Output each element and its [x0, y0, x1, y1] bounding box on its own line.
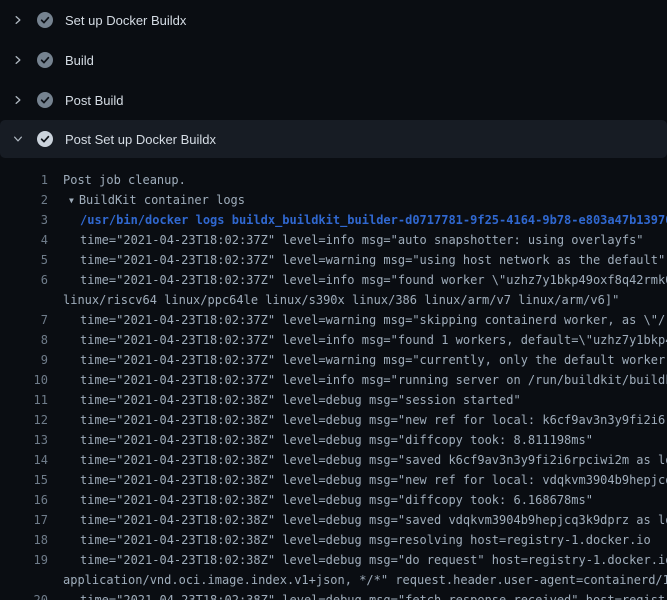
- log-line-text: time="2021-04-23T18:02:38Z" level=debug …: [80, 490, 593, 510]
- success-check-icon: [37, 131, 53, 147]
- log-line: 19 time="2021-04-23T18:02:38Z" level=debu…: [0, 550, 667, 570]
- step-row-setup-docker-buildx[interactable]: Set up Docker Buildx: [0, 0, 667, 40]
- log-line: 20 time="2021-04-23T18:02:38Z" level=debu…: [0, 590, 667, 600]
- log-line-number[interactable]: 2: [0, 190, 48, 210]
- log-line-number[interactable]: 16: [0, 490, 48, 510]
- log-line: 10 time="2021-04-23T18:02:37Z" level=info…: [0, 370, 667, 390]
- log-line: 16 time="2021-04-23T18:02:38Z" level=debu…: [0, 490, 667, 510]
- log-line-text: time="2021-04-23T18:02:37Z" level=info m…: [80, 370, 667, 390]
- log-line: 2 ▼BuildKit container logs: [0, 190, 667, 210]
- chevron-right-icon[interactable]: [11, 53, 25, 67]
- step-label: Post Set up Docker Buildx: [65, 132, 216, 147]
- log-line: 17 time="2021-04-23T18:02:38Z" level=debu…: [0, 510, 667, 530]
- log-line: 8 time="2021-04-23T18:02:37Z" level=info …: [0, 330, 667, 350]
- log-line-text: time="2021-04-23T18:02:38Z" level=debug …: [80, 450, 667, 470]
- log-line: 3/usr/bin/docker logs buildx_buildkit_bu…: [0, 210, 667, 230]
- step-label: Set up Docker Buildx: [65, 13, 186, 28]
- log-line-number[interactable]: 19: [0, 550, 48, 570]
- log-line: 12 time="2021-04-23T18:02:38Z" level=debu…: [0, 410, 667, 430]
- log-line-number[interactable]: 7: [0, 310, 48, 330]
- job-steps-list: Set up Docker Buildx Build Post Build Po…: [0, 0, 667, 158]
- log-line: 13 time="2021-04-23T18:02:38Z" level=debu…: [0, 430, 667, 450]
- log-line-number[interactable]: 11: [0, 390, 48, 410]
- log-line-text: time="2021-04-23T18:02:38Z" level=debug …: [80, 390, 521, 410]
- log-line-number[interactable]: 1: [0, 170, 48, 190]
- success-check-icon: [37, 12, 53, 28]
- log-group-toggle[interactable]: ▼BuildKit container logs: [69, 190, 245, 210]
- log-line-text: time="2021-04-23T18:02:37Z" level=info m…: [80, 270, 667, 290]
- log-line-number[interactable]: 20: [0, 590, 48, 600]
- log-line: 9 time="2021-04-23T18:02:37Z" level=warni…: [0, 350, 667, 370]
- log-line-number[interactable]: 17: [0, 510, 48, 530]
- log-line-text: time="2021-04-23T18:02:37Z" level=warnin…: [80, 250, 665, 270]
- log-line-text: time="2021-04-23T18:02:38Z" level=debug …: [80, 590, 667, 600]
- step-row-build[interactable]: Build: [0, 40, 667, 80]
- log-line-text: time="2021-04-23T18:02:38Z" level=debug …: [80, 430, 593, 450]
- log-line: 18 time="2021-04-23T18:02:38Z" level=debu…: [0, 530, 667, 550]
- log-line-text: time="2021-04-23T18:02:38Z" level=debug …: [80, 550, 667, 570]
- chevron-right-icon[interactable]: [11, 93, 25, 107]
- log-line-number[interactable]: 18: [0, 530, 48, 550]
- log-line-number[interactable]: 12: [0, 410, 48, 430]
- log-line: 7 time="2021-04-23T18:02:37Z" level=warni…: [0, 310, 667, 330]
- log-line-text: time="2021-04-23T18:02:38Z" level=debug …: [80, 510, 667, 530]
- log-line-number[interactable]: 4: [0, 230, 48, 250]
- log-line: linux/riscv64 linux/ppc64le linux/s390x …: [0, 290, 667, 310]
- log-viewer: 1 Post job cleanup. 2 ▼BuildKit container l…: [0, 158, 667, 600]
- log-line: 5 time="2021-04-23T18:02:37Z" level=warni…: [0, 250, 667, 270]
- step-label: Post Build: [65, 93, 124, 108]
- log-line-text: Post job cleanup.: [63, 170, 186, 190]
- log-line-number[interactable]: 6: [0, 270, 48, 290]
- log-line: 4 time="2021-04-23T18:02:37Z" level=info …: [0, 230, 667, 250]
- log-line-text: time="2021-04-23T18:02:37Z" level=warnin…: [80, 310, 667, 330]
- log-line: 11 time="2021-04-23T18:02:38Z" level=debu…: [0, 390, 667, 410]
- log-line-number[interactable]: 15: [0, 470, 48, 490]
- chevron-down-icon[interactable]: [11, 132, 25, 146]
- log-line-number[interactable]: 13: [0, 430, 48, 450]
- log-line-text: time="2021-04-23T18:02:37Z" level=info m…: [80, 330, 667, 350]
- log-line-text: time="2021-04-23T18:02:38Z" level=debug …: [80, 530, 651, 550]
- step-row-post-build[interactable]: Post Build: [0, 80, 667, 120]
- log-line: 6 time="2021-04-23T18:02:37Z" level=info …: [0, 270, 667, 290]
- log-line: application/vnd.oci.image.index.v1+json,…: [0, 570, 667, 590]
- log-line-number[interactable]: 8: [0, 330, 48, 350]
- step-row-post-setup-docker-buildx[interactable]: Post Set up Docker Buildx: [0, 120, 667, 158]
- log-line-text: time="2021-04-23T18:02:38Z" level=debug …: [80, 410, 667, 430]
- log-line: 15 time="2021-04-23T18:02:38Z" level=debu…: [0, 470, 667, 490]
- log-line-number[interactable]: 14: [0, 450, 48, 470]
- group-expanded-triangle-icon: ▼: [69, 196, 74, 205]
- log-line-number[interactable]: 5: [0, 250, 48, 270]
- log-line-text: time="2021-04-23T18:02:37Z" level=info m…: [80, 230, 644, 250]
- log-line-text: time="2021-04-23T18:02:37Z" level=warnin…: [80, 350, 667, 370]
- step-label: Build: [65, 53, 94, 68]
- log-line: 14 time="2021-04-23T18:02:38Z" level=debu…: [0, 450, 667, 470]
- log-line-number[interactable]: 9: [0, 350, 48, 370]
- log-line-number[interactable]: 3: [0, 210, 48, 230]
- log-line-text: time="2021-04-23T18:02:38Z" level=debug …: [80, 470, 667, 490]
- log-line-number[interactable]: 10: [0, 370, 48, 390]
- log-line-text: application/vnd.oci.image.index.v1+json,…: [63, 570, 667, 590]
- success-check-icon: [37, 92, 53, 108]
- log-line-text: linux/riscv64 linux/ppc64le linux/s390x …: [63, 290, 619, 310]
- log-line: 1 Post job cleanup.: [0, 170, 667, 190]
- success-check-icon: [37, 52, 53, 68]
- log-command-text: /usr/bin/docker logs buildx_buildkit_bui…: [80, 210, 667, 230]
- chevron-right-icon[interactable]: [11, 13, 25, 27]
